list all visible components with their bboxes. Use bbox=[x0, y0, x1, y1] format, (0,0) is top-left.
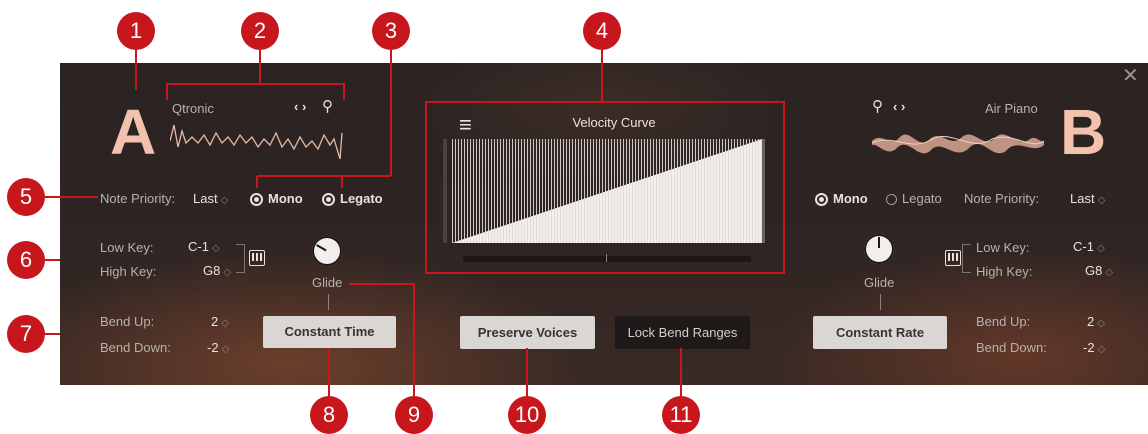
stepper-icon: ◇ bbox=[221, 344, 230, 355]
slot-b-letter: B bbox=[1060, 96, 1107, 168]
slot-a-instrument-name: Qtronic bbox=[172, 101, 214, 116]
slot-a-search-icon[interactable]: ⚲ bbox=[322, 97, 333, 115]
callout-marker-2: 2 bbox=[241, 12, 279, 50]
keyboard-icon[interactable] bbox=[945, 250, 961, 266]
slot-b-high-key-value[interactable]: G8 ◇ bbox=[1085, 263, 1113, 278]
stepper-icon: ◇ bbox=[1097, 344, 1106, 355]
slot-b-bend-down-value[interactable]: -2 ◇ bbox=[1083, 340, 1105, 355]
slot-b-low-key-label: Low Key: bbox=[976, 240, 1030, 255]
slot-b-search-icon[interactable]: ⚲ bbox=[872, 97, 883, 115]
radio-selected-icon bbox=[250, 193, 263, 207]
slot-a-mono-radio[interactable]: Mono bbox=[250, 191, 303, 207]
stepper-icon: ◇ bbox=[220, 195, 229, 206]
slot-a-note-priority-text: Last bbox=[193, 191, 218, 206]
slot-b-instrument-name: Air Piano bbox=[985, 101, 1038, 116]
callout-marker-10: 10 bbox=[508, 396, 546, 434]
lock-bend-ranges-button[interactable]: Lock Bend Ranges bbox=[615, 316, 750, 349]
close-icon[interactable]: ✕ bbox=[1122, 63, 1139, 88]
slot-b-high-key-text: G8 bbox=[1085, 263, 1103, 278]
velocity-curve-title: Velocity Curve bbox=[572, 115, 656, 130]
constant-time-button[interactable]: Constant Time bbox=[263, 316, 396, 348]
slot-a-low-key-text: C-1 bbox=[188, 239, 209, 254]
callout-marker-11: 11 bbox=[662, 396, 700, 434]
callout-marker-1: 1 bbox=[117, 12, 155, 50]
velocity-curve-fill-stripes bbox=[452, 139, 762, 243]
slot-a-high-key-text: G8 bbox=[203, 263, 221, 278]
stepper-icon: ◇ bbox=[221, 318, 229, 329]
radio-unselected-icon bbox=[886, 194, 897, 206]
slot-b-key-bracket bbox=[962, 244, 971, 273]
velocity-left-rail bbox=[443, 139, 447, 243]
slot-a-note-priority-value[interactable]: Last ◇ bbox=[193, 191, 228, 206]
slot-a-mono-label: Mono bbox=[268, 191, 303, 206]
velocity-curve-graph[interactable] bbox=[452, 139, 762, 243]
slot-a-bend-down-label: Bend Down: bbox=[100, 340, 171, 355]
slot-a-low-key-value[interactable]: C-1 ◇ bbox=[188, 239, 220, 254]
stepper-icon: ◇ bbox=[211, 243, 220, 254]
stepper-icon: ◇ bbox=[223, 267, 232, 278]
slot-b-glide-knob[interactable] bbox=[864, 234, 894, 264]
slot-b-bend-up-label: Bend Up: bbox=[976, 314, 1031, 329]
slot-b-bend-up-text: 2 bbox=[1087, 314, 1095, 329]
slot-a-key-bracket bbox=[236, 244, 245, 273]
slot-b-bend-up-value[interactable]: 2 ◇ bbox=[1087, 314, 1105, 329]
slot-a-note-priority-label: Note Priority: bbox=[100, 191, 176, 206]
slot-b-high-key-label: High Key: bbox=[976, 264, 1033, 279]
slot-b-glide-label: Glide bbox=[864, 275, 895, 290]
slot-b-legato-label: Legato bbox=[902, 191, 942, 206]
constant-rate-button[interactable]: Constant Rate bbox=[813, 316, 947, 349]
slot-b-note-priority-label: Note Priority: bbox=[964, 191, 1040, 206]
preserve-voices-button[interactable]: Preserve Voices bbox=[460, 316, 595, 349]
slot-b-bend-down-text: -2 bbox=[1083, 340, 1095, 355]
slot-b-low-key-value[interactable]: C-1 ◇ bbox=[1073, 239, 1105, 254]
velocity-menu-icon[interactable]: ≡ bbox=[459, 112, 472, 138]
slot-a-bend-up-text: 2 bbox=[211, 314, 219, 329]
callout-marker-8: 8 bbox=[310, 396, 348, 434]
slot-a-glide-knob[interactable] bbox=[312, 236, 342, 266]
slot-a-legato-label: Legato bbox=[340, 191, 383, 206]
slot-a-legato-radio[interactable]: Legato bbox=[322, 191, 383, 207]
callout-marker-6: 6 bbox=[7, 241, 45, 279]
slot-a-bend-up-value[interactable]: 2 ◇ bbox=[211, 314, 229, 329]
slot-b-waveform bbox=[872, 134, 1044, 154]
slot-a-high-key-label: High Key: bbox=[100, 264, 157, 279]
slot-a-letter: A bbox=[110, 96, 157, 168]
slot-b-bend-down-label: Bend Down: bbox=[976, 340, 1047, 355]
velocity-scrollbar-thumb[interactable] bbox=[606, 254, 607, 262]
slot-b-note-priority-text: Last bbox=[1070, 191, 1095, 206]
slot-b-note-priority-value[interactable]: Last ◇ bbox=[1070, 191, 1105, 206]
stepper-icon: ◇ bbox=[1105, 267, 1114, 278]
keyboard-icon[interactable] bbox=[249, 250, 265, 266]
slot-b-mono-label: Mono bbox=[833, 191, 868, 206]
callout-marker-3: 3 bbox=[372, 12, 410, 50]
slot-a-nav-icon[interactable]: ‹ › bbox=[294, 99, 306, 114]
callout-marker-5: 5 bbox=[7, 178, 45, 216]
slot-a-bend-up-label: Bend Up: bbox=[100, 314, 155, 329]
velocity-curve-panel: ≡ Velocity Curve bbox=[430, 104, 778, 266]
slot-b-low-key-text: C-1 bbox=[1073, 239, 1094, 254]
slot-b-mono-radio[interactable]: Mono bbox=[815, 191, 868, 207]
callout-marker-7: 7 bbox=[7, 315, 45, 353]
velocity-scrollbar[interactable] bbox=[463, 256, 751, 262]
slot-b-nav-icon[interactable]: ‹ › bbox=[893, 99, 905, 114]
slot-a-high-key-value[interactable]: G8 ◇ bbox=[203, 263, 231, 278]
slot-a-glide-label: Glide bbox=[312, 275, 343, 290]
radio-selected-icon bbox=[322, 193, 335, 207]
slot-a-bend-down-value[interactable]: -2 ◇ bbox=[207, 340, 229, 355]
slot-a-low-key-label: Low Key: bbox=[100, 240, 154, 255]
slot-a-glide-connector bbox=[328, 294, 329, 310]
callout-marker-9: 9 bbox=[395, 396, 433, 434]
slot-b-glide-connector bbox=[880, 294, 881, 310]
radio-selected-icon bbox=[815, 193, 828, 207]
stepper-icon: ◇ bbox=[1096, 243, 1105, 254]
slot-b-legato-radio[interactable]: Legato bbox=[886, 191, 942, 206]
voice-settings-panel: ✕ A Qtronic ‹ › ⚲ Note Priority: Last ◇ M… bbox=[60, 63, 1148, 385]
slot-a-waveform bbox=[170, 124, 343, 160]
stepper-icon: ◇ bbox=[1097, 195, 1106, 206]
slot-a-bend-down-text: -2 bbox=[207, 340, 219, 355]
callout-marker-4: 4 bbox=[583, 12, 621, 50]
stepper-icon: ◇ bbox=[1097, 318, 1105, 329]
